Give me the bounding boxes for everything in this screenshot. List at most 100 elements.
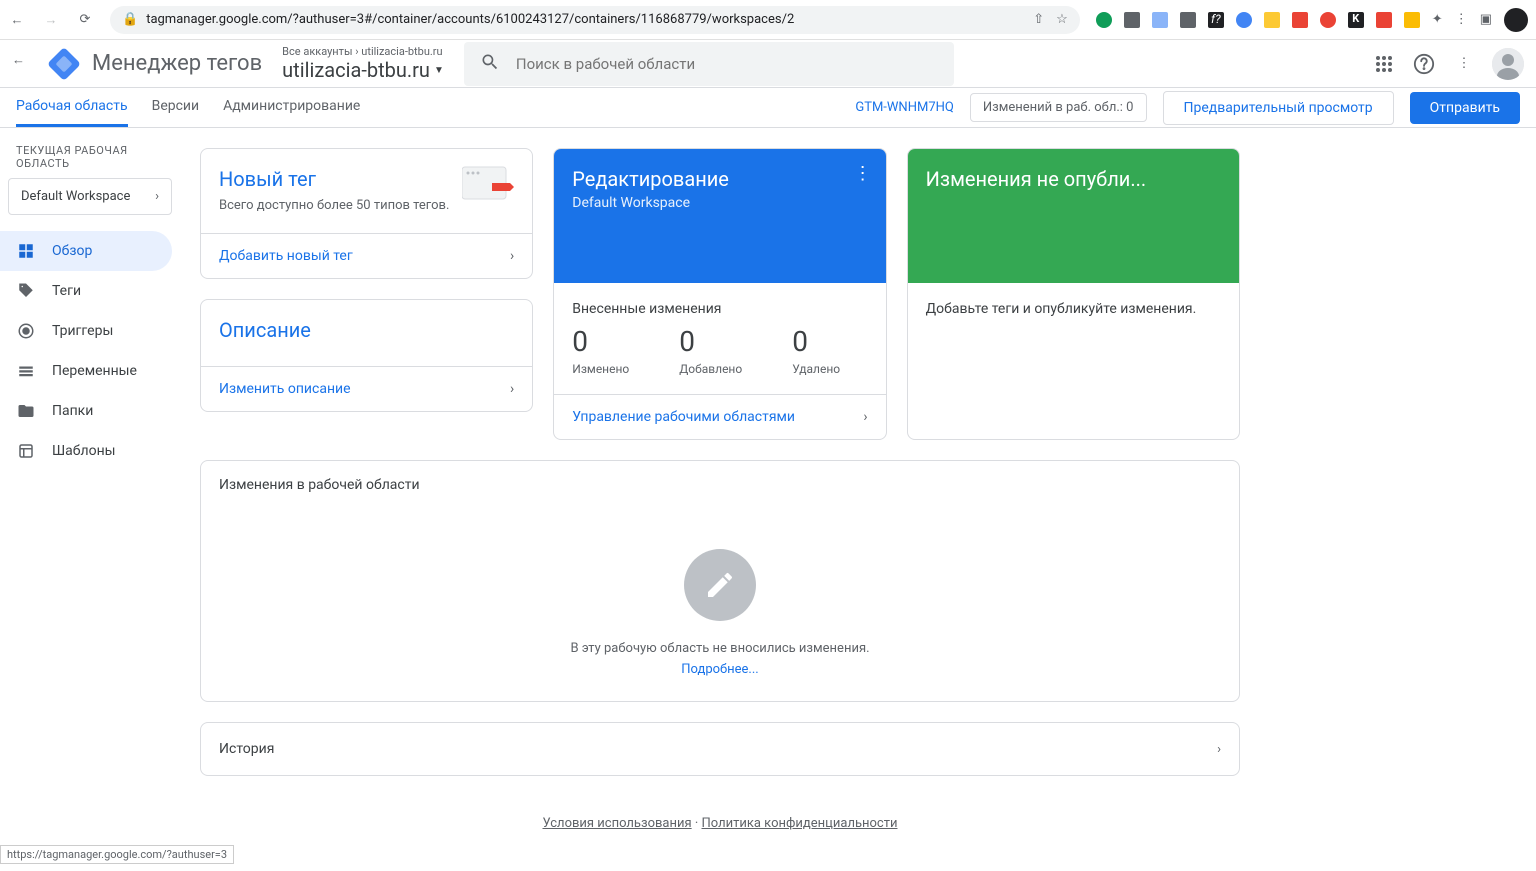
profile-avatar[interactable] — [1504, 8, 1528, 32]
chrome-menu-icon[interactable]: ⋮ — [1455, 12, 1468, 27]
card-subtitle: Default Workspace — [572, 195, 867, 211]
card-unpublished: Изменения не опубли... Добавьте теги и о… — [907, 148, 1240, 440]
preview-button[interactable]: Предварительный просмотр — [1163, 91, 1394, 125]
changes-title: Внесенные изменения — [572, 301, 867, 317]
chevron-right-icon: › — [510, 381, 514, 397]
search-box[interactable] — [464, 42, 954, 86]
tab-workspace[interactable]: Рабочая область — [16, 88, 128, 127]
edit-icon — [684, 549, 756, 621]
gtm-logo — [48, 48, 80, 80]
ext-icon[interactable]: K — [1348, 12, 1364, 28]
container-selector[interactable]: utilizacia-btbu.ru ▼ — [282, 58, 444, 82]
reload-icon[interactable]: ⟳ — [76, 11, 94, 29]
dashboard-icon — [16, 241, 36, 261]
star-icon[interactable]: ☆ — [1056, 12, 1068, 27]
card-title: История — [219, 741, 274, 757]
tag-illustration — [462, 163, 518, 203]
product-name: Менеджер тегов — [92, 51, 262, 76]
more-vert-icon[interactable]: ⋮ — [854, 163, 872, 184]
user-avatar[interactable] — [1492, 48, 1524, 80]
breadcrumb-account[interactable]: utilizacia-btbu.ru — [361, 45, 442, 58]
chevron-right-icon: › — [863, 409, 867, 425]
back-icon[interactable]: ← — [8, 11, 26, 29]
sidebar-item-folders[interactable]: Папки — [0, 391, 172, 431]
ext-icon[interactable] — [1236, 12, 1252, 28]
card-title: Редактирование — [572, 167, 867, 191]
search-icon — [480, 52, 500, 76]
card-workspace-changes: Изменения в рабочей области В эту рабочу… — [200, 460, 1240, 702]
chevron-right-icon: › — [510, 248, 514, 264]
chevron-right-icon: › — [155, 189, 159, 204]
tab-versions[interactable]: Версии — [152, 88, 200, 127]
ext-icon[interactable] — [1096, 12, 1112, 28]
sidebar: ТЕКУЩАЯ РАБОЧАЯ ОБЛАСТЬ Default Workspac… — [0, 128, 180, 871]
ext-icon[interactable] — [1124, 12, 1140, 28]
lock-icon: 🔒 — [122, 12, 138, 27]
variable-icon — [16, 361, 36, 381]
ext-icon[interactable] — [1292, 12, 1308, 28]
empty-text: В эту рабочую область не вносились измен… — [201, 641, 1239, 656]
stat-deleted: 0 Удалено — [792, 325, 840, 376]
manage-workspaces-action[interactable]: Управление рабочими областями › — [554, 394, 885, 439]
learn-more-link[interactable]: Подробнее... — [201, 662, 1239, 677]
tabs-bar: Рабочая область Версии Администрирование… — [0, 88, 1536, 128]
terms-link[interactable]: Условия использования — [543, 816, 692, 831]
workspace-selector[interactable]: Default Workspace › — [8, 178, 172, 215]
submit-button[interactable]: Отправить — [1410, 92, 1520, 124]
more-vert-icon[interactable]: ⋮ — [1452, 52, 1476, 76]
container-id[interactable]: GTM-WNHM7HQ — [855, 100, 954, 115]
browser-toolbar: ← → ⟳ 🔒 tagmanager.google.com/?authuser=… — [0, 0, 1536, 40]
share-icon[interactable]: ⇧ — [1033, 12, 1044, 27]
privacy-link[interactable]: Политика конфиденциальности — [702, 816, 898, 831]
chevron-down-icon: ▼ — [434, 65, 444, 76]
ext-icon[interactable] — [1404, 12, 1420, 28]
ext-icon[interactable] — [1152, 12, 1168, 28]
card-title: Описание — [219, 318, 514, 342]
extensions-icon[interactable]: ✦ — [1432, 12, 1443, 27]
sidebar-item-templates[interactable]: Шаблоны — [0, 431, 172, 471]
ext-icon[interactable]: f? — [1208, 12, 1224, 28]
tab-admin[interactable]: Администрирование — [223, 88, 360, 127]
card-title: Изменения в рабочей области — [201, 461, 1239, 509]
extensions: f? K ✦ ⋮ ▣ — [1096, 8, 1528, 32]
app-header: ← Менеджер тегов Все аккаунты › utilizac… — [0, 40, 1536, 88]
card-description: Описание Изменить описание › — [200, 299, 533, 412]
content: Новый тег Всего доступно более 50 типов … — [180, 128, 1260, 871]
trigger-icon — [16, 321, 36, 341]
card-editing: Редактирование Default Workspace ⋮ Внесе… — [553, 148, 886, 440]
ext-icon[interactable] — [1376, 12, 1392, 28]
breadcrumb[interactable]: Все аккаунты › utilizacia-btbu.ru utiliz… — [282, 45, 444, 82]
sidebar-section-label: ТЕКУЩАЯ РАБОЧАЯ ОБЛАСТЬ — [0, 144, 180, 170]
tag-icon — [16, 281, 36, 301]
ext-icon[interactable] — [1180, 12, 1196, 28]
folder-icon — [16, 401, 36, 421]
sidebar-item-variables[interactable]: Переменные — [0, 351, 172, 391]
card-new-tag: Новый тег Всего доступно более 50 типов … — [200, 148, 533, 279]
forward-icon[interactable]: → — [42, 11, 60, 29]
card-history[interactable]: История › — [200, 722, 1240, 776]
url-bar[interactable]: 🔒 tagmanager.google.com/?authuser=3#/con… — [110, 6, 1080, 34]
breadcrumb-all[interactable]: Все аккаунты — [282, 45, 352, 58]
sidebar-item-tags[interactable]: Теги — [0, 271, 172, 311]
search-input[interactable] — [516, 55, 938, 73]
chevron-right-icon: › — [1217, 742, 1221, 757]
apps-icon[interactable] — [1372, 52, 1396, 76]
help-icon[interactable] — [1412, 52, 1436, 76]
status-bar: https://tagmanager.google.com/?authuser=… — [0, 845, 234, 864]
url-text: tagmanager.google.com/?authuser=3#/conta… — [146, 12, 794, 27]
ext-icon[interactable] — [1320, 12, 1336, 28]
sidebar-item-overview[interactable]: Обзор — [0, 231, 172, 271]
card-body-text: Добавьте теги и опубликуйте изменения. — [926, 301, 1221, 317]
sidebar-item-triggers[interactable]: Триггеры — [0, 311, 172, 351]
panel-icon[interactable]: ▣ — [1480, 12, 1492, 27]
ext-icon[interactable] — [1264, 12, 1280, 28]
stat-added: 0 Добавлено — [679, 325, 742, 376]
changes-count[interactable]: Изменений в раб. обл.: 0 — [970, 93, 1147, 122]
edit-description-action[interactable]: Изменить описание › — [201, 366, 532, 411]
footer: Условия использования · Политика конфиде… — [200, 796, 1240, 851]
add-tag-action[interactable]: Добавить новый тег › — [201, 233, 532, 278]
template-icon — [16, 441, 36, 461]
card-title: Изменения не опубли... — [926, 167, 1221, 191]
stat-modified: 0 Изменено — [572, 325, 629, 376]
header-back-icon[interactable]: ← — [12, 52, 36, 76]
